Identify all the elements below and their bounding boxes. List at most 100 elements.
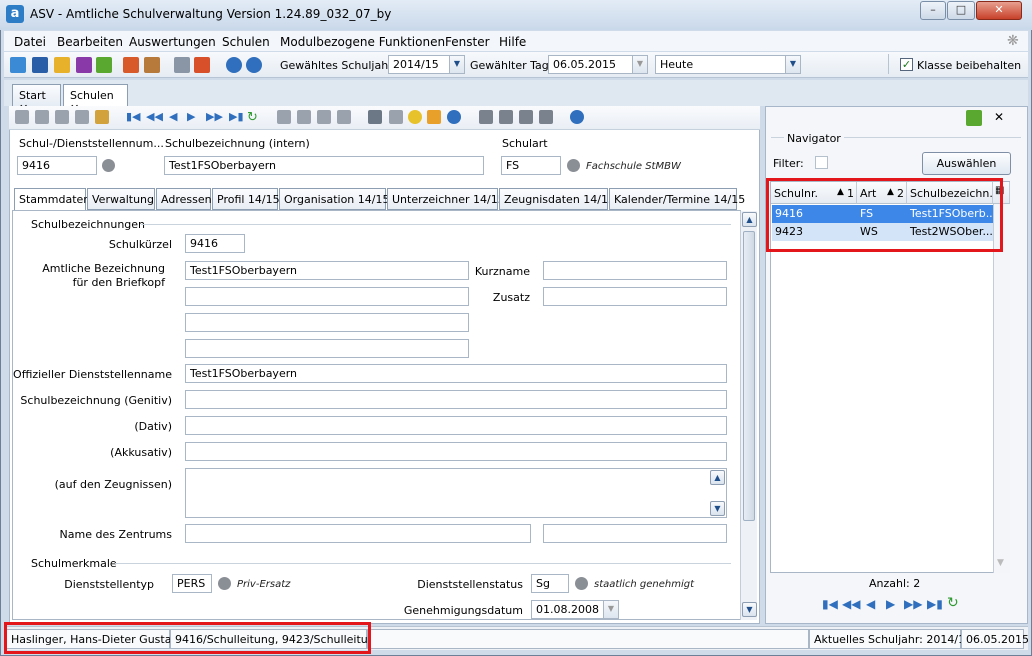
menu-modulbezogene-funktionen[interactable]: Modulbezogene Funktionen: [280, 35, 445, 49]
tab-start[interactable]: Start ✕: [12, 84, 61, 115]
note-icon[interactable]: [96, 57, 112, 73]
amtliche-bezeichnung-field-2[interactable]: [185, 287, 469, 306]
prev-page-icon[interactable]: ◀◀: [842, 597, 860, 611]
calculator-icon[interactable]: [144, 57, 160, 73]
schulbezeichnung-field[interactable]: Test1FSOberbayern: [164, 156, 484, 175]
back-icon[interactable]: [277, 110, 291, 124]
lightbulb-icon[interactable]: [408, 110, 422, 124]
chevron-down-icon[interactable]: ▼: [785, 56, 800, 73]
prev-record-icon[interactable]: ◀: [866, 597, 875, 611]
minimize-button[interactable]: –: [920, 1, 946, 20]
refresh-icon[interactable]: ↻: [247, 110, 261, 125]
book-icon[interactable]: [123, 57, 139, 73]
zusatz-field[interactable]: [543, 287, 727, 306]
info-icon[interactable]: [575, 577, 588, 590]
card-icon[interactable]: [32, 57, 48, 73]
zeugnisse-textarea[interactable]: ▲ ▼: [185, 468, 727, 518]
zentrum-field-1[interactable]: [185, 524, 531, 543]
scroll-down-icon[interactable]: ▼: [742, 602, 757, 617]
menu-bearbeiten[interactable]: Bearbeiten: [57, 35, 123, 49]
grid-scrollbar[interactable]: ▼: [993, 204, 1010, 573]
tab-stammdaten[interactable]: Stammdaten: [14, 188, 90, 211]
help-icon[interactable]: [246, 57, 262, 73]
cut-icon[interactable]: [297, 110, 311, 124]
people-icon[interactable]: [10, 57, 26, 73]
genehmigungsdatum-field[interactable]: 01.08.2008 ▼: [531, 600, 619, 619]
edit-icon[interactable]: [95, 110, 109, 124]
scroll-up-icon[interactable]: ▲: [710, 470, 725, 485]
zentrum-field-2[interactable]: [543, 524, 727, 543]
copy-icon[interactable]: [174, 57, 190, 73]
print-icon[interactable]: [368, 110, 382, 124]
close-window-button[interactable]: ✕: [976, 1, 1022, 20]
scroll-thumb[interactable]: [743, 231, 755, 521]
genitiv-field[interactable]: [185, 390, 727, 409]
info-icon[interactable]: [226, 57, 242, 73]
tab-kalender[interactable]: Kalender/Termine 14/15: [609, 188, 745, 210]
amtliche-bezeichnung-field-4[interactable]: [185, 339, 469, 358]
last-record-icon[interactable]: ▶▮: [229, 110, 244, 124]
tab-zeugnisdaten[interactable]: Zeugnisdaten 14/15: [499, 188, 615, 210]
tag-date-field[interactable]: 06.05.2015 ▼: [548, 55, 648, 74]
first-record-icon[interactable]: ▮◀: [822, 597, 838, 611]
list2-icon[interactable]: [499, 110, 513, 124]
scroll-up-icon[interactable]: ▲: [742, 212, 757, 227]
preview-icon[interactable]: [389, 110, 403, 124]
tab-profil[interactable]: Profil 14/15: [212, 188, 280, 210]
next-page-icon[interactable]: ▶▶: [904, 597, 922, 611]
clock-icon[interactable]: [447, 110, 461, 124]
chevron-down-icon[interactable]: ▼: [632, 56, 647, 73]
next-page-icon[interactable]: ▶▶: [206, 110, 223, 124]
new-icon[interactable]: [15, 110, 29, 124]
menu-hilfe[interactable]: Hilfe: [499, 35, 526, 49]
offizieller-name-field[interactable]: Test1FSOberbayern: [185, 364, 727, 383]
schuljahr-select[interactable]: 2014/15 ▼: [388, 55, 465, 74]
paste-icon[interactable]: [337, 110, 351, 124]
refresh-icon[interactable]: [966, 110, 982, 126]
amtliche-bezeichnung-field-1[interactable]: Test1FSOberbayern: [185, 261, 469, 280]
delete-icon[interactable]: [75, 110, 89, 124]
menu-datei[interactable]: Datei: [14, 35, 46, 49]
scroll-down-icon[interactable]: ▼: [710, 501, 725, 516]
kurzname-field[interactable]: [543, 261, 727, 280]
maximize-button[interactable]: □: [947, 1, 975, 20]
next-record-icon[interactable]: ▶: [187, 110, 201, 124]
dienststellentyp-field[interactable]: PERS: [172, 574, 212, 593]
info-icon[interactable]: [218, 577, 231, 590]
save-icon[interactable]: [35, 110, 49, 124]
heute-select[interactable]: Heute ▼: [655, 55, 801, 74]
list-icon[interactable]: [479, 110, 493, 124]
schulnr-field[interactable]: 9416: [17, 156, 97, 175]
home-icon[interactable]: [519, 110, 533, 124]
info-icon[interactable]: [567, 159, 580, 172]
next-record-icon[interactable]: ▶: [886, 597, 895, 611]
schulart-field[interactable]: FS: [501, 156, 561, 175]
dienststellenstatus-field[interactable]: Sg: [531, 574, 569, 593]
prev-page-icon[interactable]: ◀◀: [146, 110, 163, 124]
klasse-checkbox[interactable]: ✓: [900, 58, 913, 71]
home2-icon[interactable]: [539, 110, 553, 124]
refresh-icon[interactable]: ↻: [947, 595, 959, 611]
last-record-icon[interactable]: ▶▮: [927, 597, 943, 611]
class-icon[interactable]: [76, 57, 92, 73]
copy-icon[interactable]: [317, 110, 331, 124]
tab-organisation[interactable]: Organisation 14/15: [279, 188, 389, 210]
close-icon[interactable]: ✕: [994, 110, 1004, 124]
scroll-down-icon[interactable]: ▼: [997, 558, 1004, 568]
info-icon[interactable]: [102, 159, 115, 172]
tab-unterzeichner[interactable]: Unterzeichner 14/15: [387, 188, 505, 210]
tab-verwaltung[interactable]: Verwaltung: [87, 188, 155, 210]
amtliche-bezeichnung-field-3[interactable]: [185, 313, 469, 332]
bell-icon[interactable]: [427, 110, 441, 124]
form-scrollbar[interactable]: ▲ ▼: [740, 211, 757, 620]
akkusativ-field[interactable]: [185, 442, 727, 461]
menu-auswertungen[interactable]: Auswertungen: [129, 35, 216, 49]
prev-record-icon[interactable]: ◀: [169, 110, 183, 124]
undo-icon[interactable]: [55, 110, 69, 124]
tab-adressen[interactable]: Adressen: [156, 188, 212, 210]
group-icon[interactable]: [54, 57, 70, 73]
menu-schulen[interactable]: Schulen: [222, 35, 270, 49]
filter-checkbox[interactable]: [815, 156, 828, 169]
export-icon[interactable]: [194, 57, 210, 73]
first-record-icon[interactable]: ▮◀: [126, 110, 141, 124]
